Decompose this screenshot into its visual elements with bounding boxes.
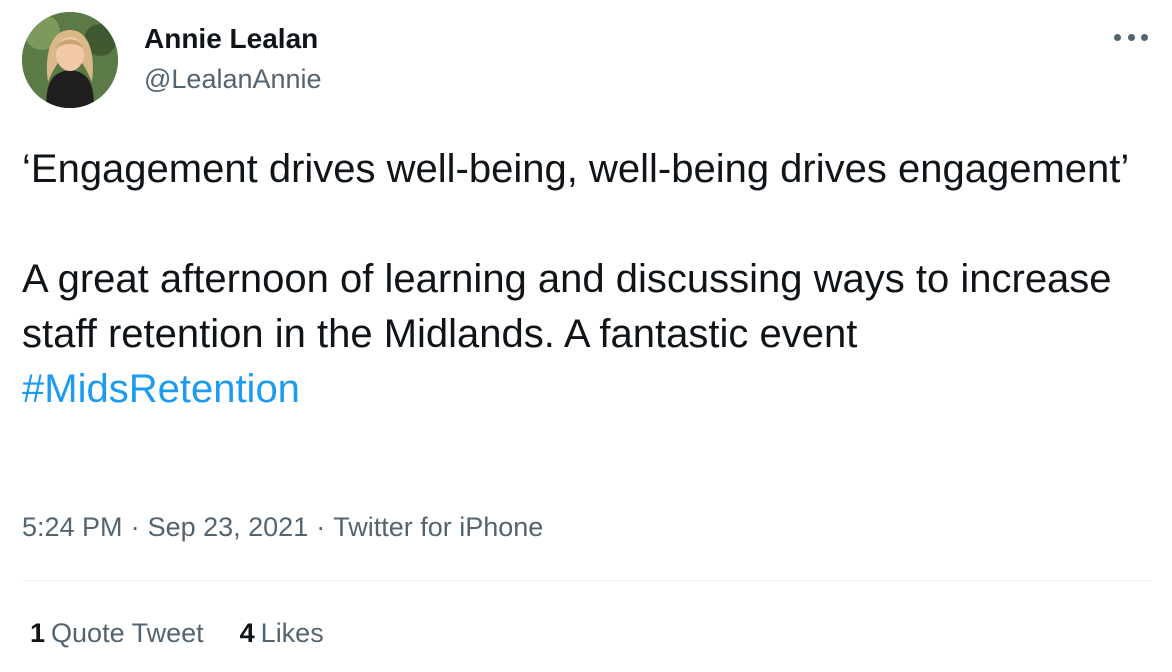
dot [1127,33,1135,41]
tweet-text: ‘Engagement drives well-being, well-bein… [22,142,1142,417]
likes-label: Likes [260,618,324,648]
quote-tweets-label: Quote Tweet [51,618,204,648]
tweet-paragraph: A great afternoon of learning and discus… [22,252,1142,417]
tweet-stats: 1 Quote Tweet 4 Likes [30,616,324,650]
likes-stat[interactable]: 4 Likes [240,616,324,650]
separator: · [316,512,326,542]
author-handle[interactable]: @LealanAnnie [144,62,322,96]
tweet-card: Annie Lealan @LealanAnnie ‘Engagement dr… [0,0,1172,672]
tweet-source[interactable]: Twitter for iPhone [333,512,543,542]
quote-tweets-count: 1 [30,618,46,648]
dot [1114,33,1121,41]
tweet-date[interactable]: Sep 23, 2021 [148,512,309,542]
quote-tweets-stat[interactable]: 1 Quote Tweet [30,616,204,650]
tweet-time[interactable]: 5:24 PM [22,512,123,542]
more-options-icon[interactable] [1114,22,1148,52]
tweet-paragraph-text: A great afternoon of learning and discus… [22,257,1112,356]
likes-count: 4 [239,618,255,648]
avatar-photo-icon [22,12,118,108]
author-name[interactable]: Annie Lealan [144,22,318,56]
divider [22,580,1152,581]
avatar[interactable] [22,12,118,108]
dot [1141,33,1148,41]
hashtag-link[interactable]: #MidsRetention [22,367,300,411]
tweet-quote-line: ‘Engagement drives well-being, well-bein… [22,147,1130,191]
separator: · [130,512,140,542]
tweet-metadata: 5:24 PM · Sep 23, 2021 · Twitter for iPhone [22,510,543,544]
